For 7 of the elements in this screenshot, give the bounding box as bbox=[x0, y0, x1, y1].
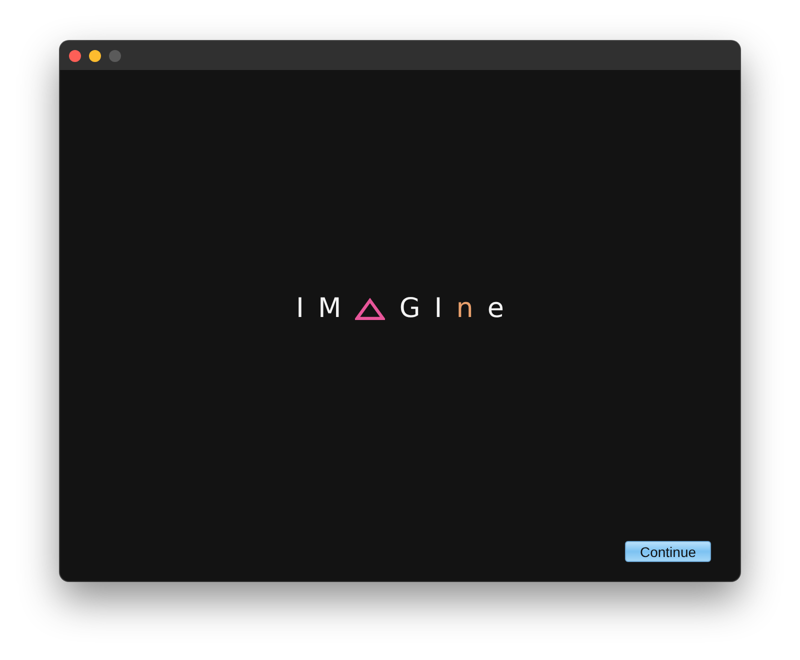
logo-text: n bbox=[456, 295, 488, 322]
minimize-icon[interactable] bbox=[89, 50, 101, 62]
logo-text: GI bbox=[399, 295, 456, 322]
continue-button[interactable]: Continue bbox=[625, 541, 711, 562]
close-icon[interactable] bbox=[69, 50, 81, 62]
logo-text: IM bbox=[296, 295, 356, 322]
logo-text: e bbox=[487, 295, 518, 322]
